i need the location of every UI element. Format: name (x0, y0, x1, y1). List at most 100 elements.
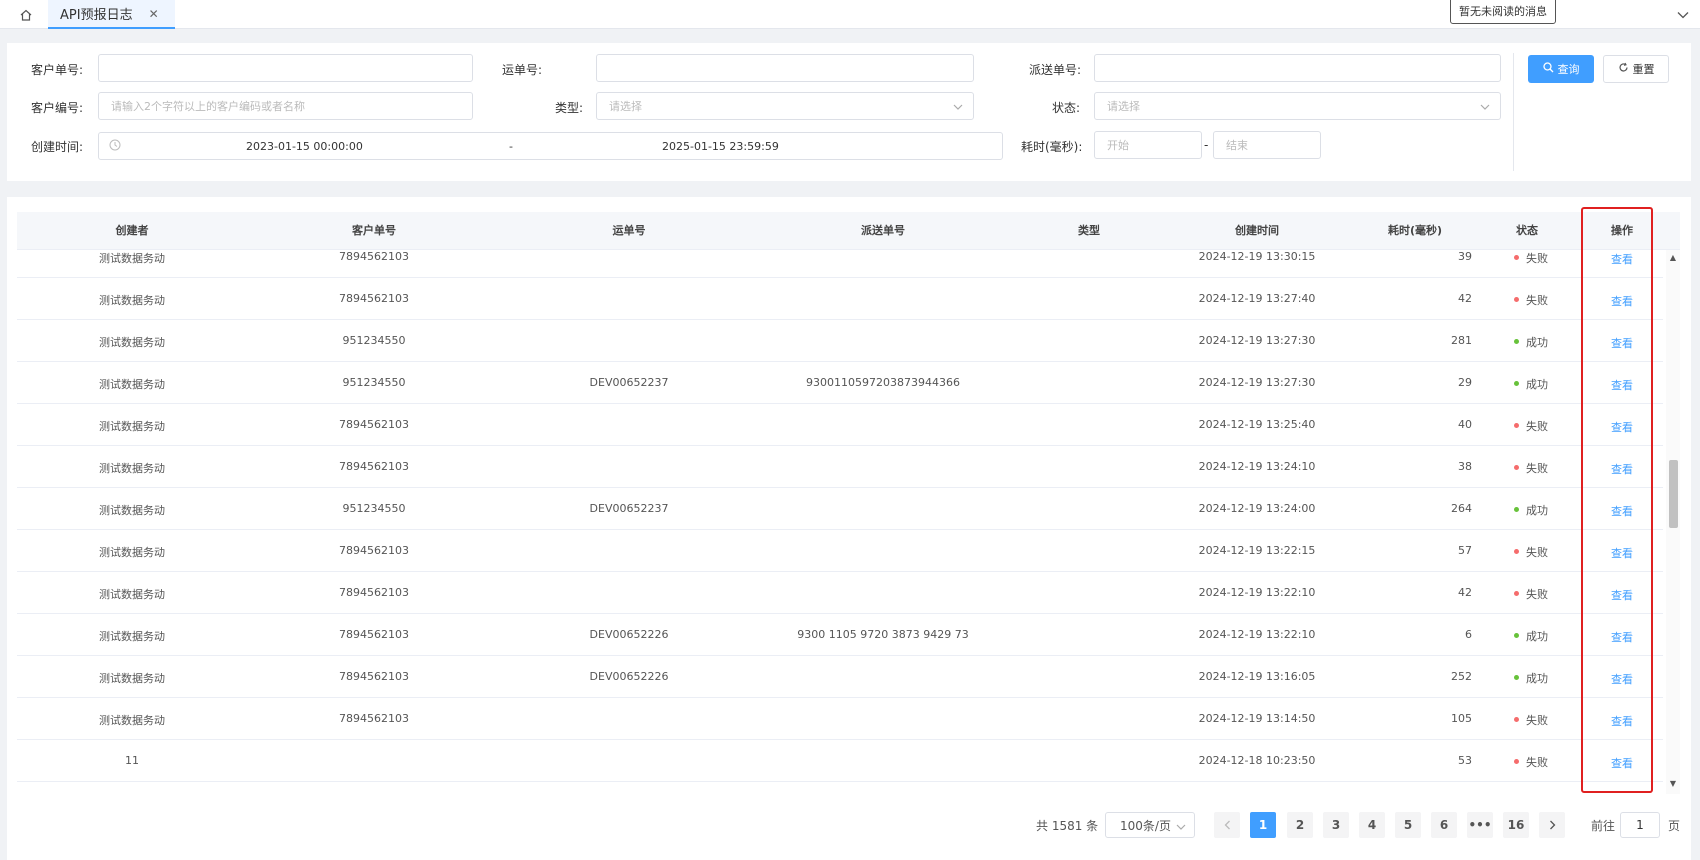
status-text: 失败 (1526, 252, 1548, 265)
page-button[interactable]: 5 (1395, 812, 1421, 838)
table-row: 测试数据务动 7894562103 DEV00652226 2024-12-19 13… (17, 656, 1663, 698)
created-time-cell: 2024-12-19 13:24:10 (1198, 460, 1316, 473)
customer-order-cell: 7894562103 (339, 628, 409, 641)
table-row: 测试数据务动 7894562103 2024-12-19 13:14:50 105 失败… (17, 698, 1663, 740)
view-link[interactable]: 查看 (1611, 503, 1633, 519)
customer-order-cell: 7894562103 (339, 292, 409, 305)
view-link[interactable]: 查看 (1611, 713, 1633, 729)
status-cell: 成功 (1514, 334, 1548, 350)
customer-order-input[interactable] (98, 54, 473, 82)
column-header: 运单号 (612, 224, 646, 237)
page-button[interactable]: 6 (1431, 812, 1457, 838)
status-text: 成功 (1526, 672, 1548, 685)
scroll-up-icon[interactable]: ▲ (1669, 254, 1677, 262)
type-select[interactable]: 请选择 (596, 92, 974, 120)
status-select[interactable]: 请选择 (1094, 92, 1501, 120)
scrollbar-thumb[interactable] (1669, 460, 1678, 528)
status-dot-icon (1514, 633, 1519, 638)
dispatch-cell: 9300110597203873944366 (806, 376, 960, 389)
view-link[interactable]: 查看 (1611, 629, 1633, 645)
cost-end-input[interactable]: 结束 (1213, 131, 1321, 159)
goto-page-input[interactable]: 1 (1620, 812, 1660, 838)
created-time-cell: 2024-12-19 13:27:40 (1198, 292, 1316, 305)
divider (1513, 53, 1514, 171)
cost-label: 耗时(毫秒): (1021, 140, 1083, 154)
chevron-down-icon (1480, 101, 1490, 114)
column-header: 创建时间 (1235, 224, 1279, 237)
created-date-range[interactable]: 2023-01-15 00:00:00 - 2025-01-15 23:59:5… (98, 132, 1003, 160)
view-link[interactable]: 查看 (1611, 587, 1633, 603)
chevron-down-icon[interactable] (1674, 6, 1692, 24)
column-header: 状态 (1516, 224, 1538, 237)
status-cell: 成功 (1514, 670, 1548, 686)
refresh-icon (1618, 62, 1629, 76)
view-link[interactable]: 查看 (1611, 419, 1633, 435)
status-text: 成功 (1526, 504, 1548, 517)
customer-order-cell: 7894562103 (339, 586, 409, 599)
created-time-label: 创建时间: (31, 140, 84, 154)
page-button[interactable]: 1 (1250, 812, 1276, 838)
created-time-cell: 2024-12-19 13:27:30 (1198, 376, 1316, 389)
status-dot-icon (1514, 591, 1519, 596)
status-text: 失败 (1526, 588, 1548, 601)
view-link[interactable]: 查看 (1611, 461, 1633, 477)
status-dot-icon (1514, 675, 1519, 680)
page-size-select[interactable]: 100条/页 (1105, 812, 1195, 838)
more-pages-button[interactable]: ••• (1467, 812, 1493, 838)
reset-button[interactable]: 重置 (1603, 55, 1669, 83)
view-link[interactable]: 查看 (1611, 293, 1633, 309)
creator-cell: 测试数据务动 (99, 336, 165, 349)
creator-cell: 测试数据务动 (99, 504, 165, 517)
status-dot-icon (1514, 507, 1519, 512)
status-dot-icon (1514, 465, 1519, 470)
status-dot-icon (1514, 549, 1519, 554)
creator-cell: 测试数据务动 (99, 630, 165, 643)
scroll-down-icon[interactable]: ▼ (1669, 780, 1677, 788)
close-icon[interactable]: ✕ (149, 7, 159, 21)
cost-start-placeholder: 开始 (1107, 139, 1129, 152)
cost-separator: - (1204, 138, 1209, 152)
customer-code-input[interactable]: 请输入2个字符以上的客户编码或者名称 (98, 92, 473, 120)
waybill-label: 运单号: (502, 63, 543, 77)
home-icon[interactable] (16, 5, 36, 25)
page-suffix: 页 (1668, 819, 1681, 833)
view-link[interactable]: 查看 (1611, 251, 1633, 267)
creator-cell: 测试数据务动 (99, 252, 165, 265)
prev-page-button[interactable] (1214, 812, 1240, 838)
view-link[interactable]: 查看 (1611, 335, 1633, 351)
creator-cell: 测试数据务动 (99, 714, 165, 727)
customer-code-placeholder: 请输入2个字符以上的客户编码或者名称 (111, 100, 305, 113)
date-separator: - (509, 140, 513, 153)
status-text: 失败 (1526, 420, 1548, 433)
page-button[interactable]: 3 (1323, 812, 1349, 838)
table-header: 创建者 客户单号 运单号 派送单号 类型 创建时间 耗时(毫秒) 状态 操作 (17, 212, 1680, 250)
creator-cell: 测试数据务动 (99, 462, 165, 475)
waybill-input[interactable] (596, 54, 974, 82)
view-link[interactable]: 查看 (1611, 671, 1633, 687)
tab-api-forecast-log[interactable]: API预报日志 ✕ (48, 0, 175, 29)
table-row: 测试数据务动 951234550 DEV00652237 93001105972038… (17, 362, 1663, 404)
cost-start-input[interactable]: 开始 (1094, 131, 1202, 159)
status-dot-icon (1514, 423, 1519, 428)
page-button[interactable]: 2 (1287, 812, 1313, 838)
page-button[interactable]: 4 (1359, 812, 1385, 838)
creator-cell: 测试数据务动 (99, 378, 165, 391)
search-button[interactable]: 查询 (1528, 55, 1594, 83)
customer-order-cell: 7894562103 (339, 670, 409, 683)
cost-cell: 39 (1458, 250, 1472, 263)
column-header: 操作 (1611, 224, 1633, 237)
table-row: 测试数据务动 951234550 DEV00652237 2024-12-19 13:… (17, 488, 1663, 530)
table-scrollbar[interactable]: ▲ ▼ (1666, 250, 1680, 794)
view-link[interactable]: 查看 (1611, 755, 1633, 771)
view-link[interactable]: 查看 (1611, 377, 1633, 393)
waybill-cell: DEV00652237 (589, 376, 669, 389)
customer-order-cell: 7894562103 (339, 712, 409, 725)
table-row: 测试数据务动 7894562103 2024-12-19 13:22:15 57 失败 查… (17, 530, 1663, 572)
status-dot-icon (1514, 759, 1519, 764)
status-dot-icon (1514, 717, 1519, 722)
next-page-button[interactable] (1539, 812, 1565, 838)
table-row: 测试数据务动 7894562103 2024-12-19 13:22:10 42 失败 查… (17, 572, 1663, 614)
page-button[interactable]: 16 (1503, 812, 1529, 838)
view-link[interactable]: 查看 (1611, 545, 1633, 561)
dispatch-input[interactable] (1094, 54, 1501, 82)
